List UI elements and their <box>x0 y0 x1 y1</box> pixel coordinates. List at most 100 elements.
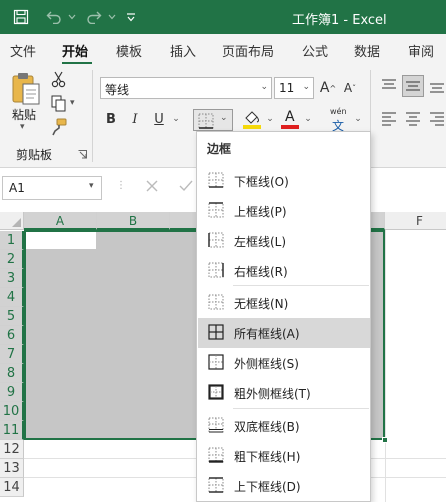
group-separator <box>92 70 93 162</box>
border-menu-item-top-border[interactable]: 上框线(P) <box>198 196 370 226</box>
fill-color-icon[interactable] <box>242 108 262 130</box>
font-size-box[interactable]: 11 ⌄ <box>274 77 314 99</box>
column-header-b[interactable]: B <box>97 212 170 230</box>
align-right-icon[interactable] <box>428 110 446 128</box>
border-menu: 边框 下框线(O) 上框线(P) 左框线(L) 右框线(R) 无框线(N) 所有框线(A)… <box>196 131 371 502</box>
all-borders-icon <box>198 113 214 129</box>
tab-page-layout[interactable]: 页面布局 <box>222 41 274 60</box>
redo-icon[interactable] <box>84 0 104 34</box>
tab-file[interactable]: 文件 <box>10 41 36 60</box>
undo-dropdown-icon[interactable] <box>66 0 78 34</box>
row-header[interactable]: 14 <box>0 478 24 497</box>
all-borders-icon <box>208 324 224 340</box>
row-header[interactable]: 2 <box>0 250 24 269</box>
border-menu-item-bottom-border[interactable]: 下框线(O) <box>198 166 370 196</box>
cut-icon[interactable] <box>50 70 68 88</box>
menu-separator <box>233 408 369 409</box>
underline-dropdown-icon[interactable]: ⌄ <box>170 108 182 130</box>
redo-dropdown-icon[interactable] <box>106 0 118 34</box>
tab-template[interactable]: 模板 <box>116 41 142 60</box>
row-header[interactable]: 7 <box>0 345 24 364</box>
phonetic-dropdown-icon[interactable]: ⌄ <box>352 108 364 130</box>
paste-icon[interactable] <box>10 70 44 110</box>
undo-icon[interactable] <box>44 0 64 34</box>
row-header[interactable]: 6 <box>0 326 24 345</box>
decrease-font-size-icon[interactable]: Aˇ <box>340 77 360 99</box>
tab-review[interactable]: 审阅 <box>408 41 434 60</box>
border-dropdown-icon[interactable]: ⌄ <box>220 113 228 123</box>
paste-dropdown-icon[interactable]: ▾ <box>20 122 25 132</box>
clipboard-launcher-icon[interactable] <box>78 148 87 159</box>
row-header[interactable]: 5 <box>0 307 24 326</box>
no-border-icon <box>208 294 224 310</box>
bottom-align-icon[interactable] <box>428 77 446 95</box>
align-left-icon[interactable] <box>380 110 398 128</box>
font-name-dropdown-icon[interactable]: ⌄ <box>260 82 268 92</box>
bold-icon[interactable]: B <box>102 108 120 130</box>
select-all-corner[interactable] <box>0 212 24 230</box>
save-icon[interactable] <box>10 0 32 34</box>
border-menu-header: 边框 <box>207 142 232 156</box>
column-header-f[interactable]: F <box>385 212 446 230</box>
right-border-icon <box>208 262 224 278</box>
clipboard-group-label: 剪贴板 <box>16 148 53 162</box>
outside-borders-icon <box>208 354 224 370</box>
thick-bottom-border-icon <box>208 447 224 463</box>
double-bottom-border-icon <box>208 417 224 433</box>
row-header[interactable]: 4 <box>0 288 24 307</box>
row-header[interactable]: 8 <box>0 364 24 383</box>
name-box-dropdown-icon[interactable]: ▾ <box>89 181 94 191</box>
italic-icon[interactable]: I <box>126 108 144 130</box>
thick-outside-borders-icon <box>208 384 224 400</box>
border-menu-item-label: 粗下框线(H) <box>234 450 301 464</box>
font-size-dropdown-icon[interactable]: ⌄ <box>302 82 310 92</box>
border-menu-item-thick-bottom-border[interactable]: 粗下框线(H) <box>198 441 370 471</box>
row-header[interactable]: 13 <box>0 459 24 478</box>
font-color-dropdown-icon[interactable]: ⌄ <box>302 108 314 130</box>
increase-font-size-icon[interactable]: A ^ <box>318 77 338 99</box>
border-menu-item-label: 上框线(P) <box>234 205 287 219</box>
copy-icon[interactable] <box>50 94 68 112</box>
row-header[interactable]: 12 <box>0 440 24 459</box>
row-header[interactable]: 3 <box>0 269 24 288</box>
row-header[interactable]: 11 <box>0 421 24 440</box>
format-painter-icon[interactable] <box>50 118 68 136</box>
row-header[interactable]: 1 <box>0 231 24 250</box>
fill-color-dropdown-icon[interactable]: ⌄ <box>264 108 276 130</box>
tab-home[interactable]: 开始 <box>62 41 88 60</box>
row-header[interactable]: 9 <box>0 383 24 402</box>
row-header[interactable]: 10 <box>0 402 24 421</box>
phonetic-guide-icon[interactable]: wén 文 <box>326 107 354 133</box>
border-menu-item-label: 粗外侧框线(T) <box>234 387 311 401</box>
column-header-a[interactable]: A <box>24 212 97 230</box>
border-menu-item-outside-borders[interactable]: 外侧框线(S) <box>198 348 370 378</box>
border-button[interactable]: ⌄ <box>193 109 233 131</box>
copy-dropdown-icon[interactable]: ▾ <box>70 98 75 108</box>
tab-insert[interactable]: 插入 <box>170 41 196 60</box>
cancel-entry-icon[interactable] <box>144 178 160 194</box>
font-color-icon[interactable]: A <box>280 108 300 130</box>
border-menu-item-left-border[interactable]: 左框线(L) <box>198 226 370 256</box>
paste-label[interactable]: 粘贴 <box>12 106 36 123</box>
top-align-icon[interactable] <box>380 77 398 95</box>
confirm-entry-icon[interactable] <box>178 178 194 194</box>
fill-handle[interactable] <box>382 437 388 443</box>
border-menu-item-double-bottom-border[interactable]: 双底框线(B) <box>198 411 370 441</box>
border-menu-item-label: 无框线(N) <box>234 297 289 311</box>
border-menu-item-all-borders[interactable]: 所有框线(A) <box>198 318 370 348</box>
formula-bar-grip-icon: ⋮ <box>116 180 126 191</box>
tab-data[interactable]: 数据 <box>354 41 380 60</box>
underline-icon[interactable]: U <box>150 108 168 130</box>
border-menu-item-no-border[interactable]: 无框线(N) <box>198 288 370 318</box>
tab-formulas[interactable]: 公式 <box>302 41 328 60</box>
top-bottom-border-icon <box>208 477 224 493</box>
name-box[interactable]: A1 ▾ <box>2 176 102 200</box>
border-menu-item-top-bottom-border[interactable]: 上下框线(D) <box>198 471 370 501</box>
customize-toolbar-icon[interactable] <box>124 0 138 34</box>
middle-align-icon[interactable] <box>402 75 424 97</box>
font-name-box[interactable]: 等线 ⌄ <box>100 77 272 99</box>
border-menu-item-right-border[interactable]: 右框线(R) <box>198 256 370 286</box>
border-menu-item-thick-outside-borders[interactable]: 粗外侧框线(T) <box>198 378 370 408</box>
align-center-icon[interactable] <box>404 110 422 128</box>
border-menu-item-label: 双底框线(B) <box>234 420 300 434</box>
